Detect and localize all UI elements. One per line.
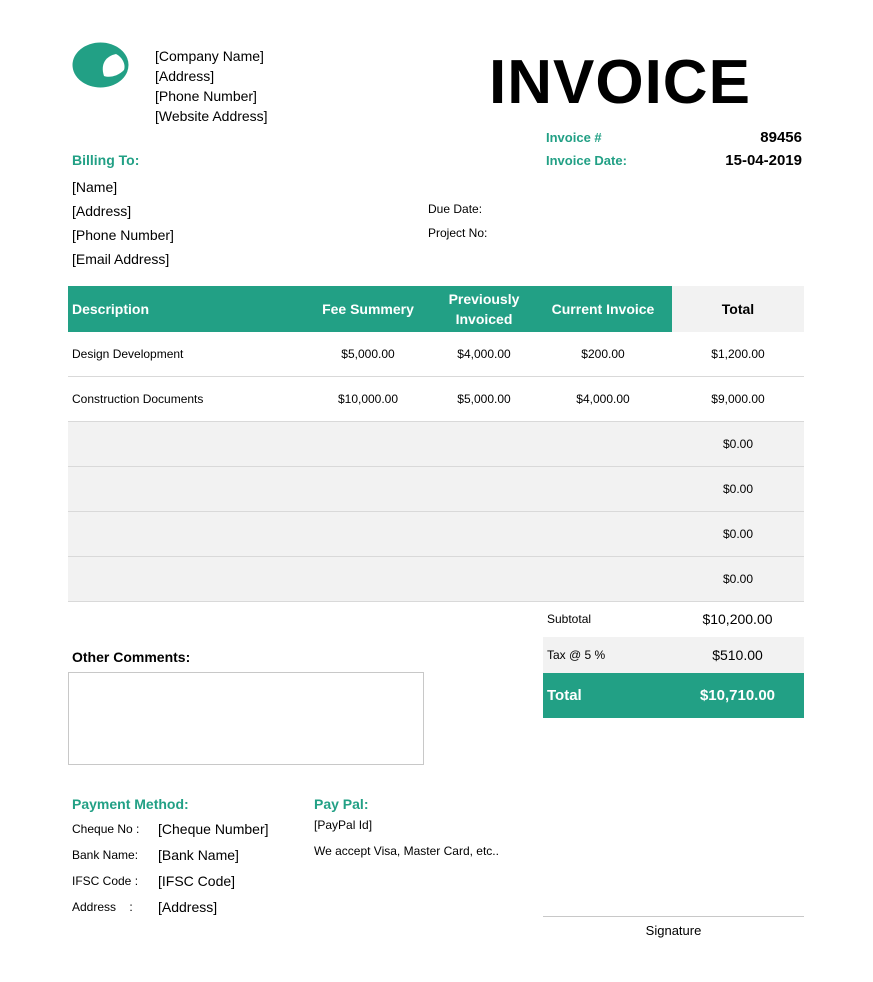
- header-current-invoice: Current Invoice: [534, 286, 672, 332]
- grand-total-row: Total $10,710.00: [543, 673, 804, 718]
- cell-fee: $10,000.00: [337, 392, 399, 406]
- cell-previously: [434, 467, 534, 511]
- cell-fee: [302, 557, 434, 601]
- cell-current: $4,000.00: [576, 392, 630, 406]
- payment-heading: Payment Method:: [72, 796, 189, 812]
- comments-heading: Other Comments:: [72, 649, 191, 665]
- cheque-value: [Cheque Number]: [158, 821, 269, 837]
- grand-total-label: Total: [547, 687, 582, 704]
- cheque-label: Cheque No :: [72, 822, 140, 836]
- header-description: Description: [68, 286, 302, 332]
- page-title: INVOICE: [489, 48, 751, 105]
- table-row: $0.00: [68, 512, 804, 557]
- crescent-logo-icon: [72, 42, 129, 88]
- bank-value: [Bank Name]: [158, 847, 239, 863]
- cell-current: [534, 512, 672, 556]
- invoice-number: 89456: [760, 129, 802, 146]
- bank-label: Bank Name:: [72, 848, 139, 862]
- payment-row-bank: Bank Name: [Bank Name]: [72, 842, 312, 868]
- billing-phone: [Phone Number]: [72, 227, 174, 243]
- tax-row: Tax @ 5 % $510.00: [543, 637, 804, 673]
- signature-label: Signature: [645, 923, 702, 938]
- cell-total: $0.00: [722, 572, 754, 586]
- table-row: $0.00: [68, 422, 804, 467]
- cell-previously: $5,000.00: [457, 392, 511, 406]
- cell-total: $0.00: [722, 482, 754, 496]
- invoice-date: 15-04-2019: [725, 152, 802, 169]
- payment-details: Cheque No : [Cheque Number] Bank Name: […: [72, 816, 312, 920]
- invoice-number-label: Invoice #: [546, 130, 602, 145]
- billing-heading: Billing To:: [72, 152, 140, 168]
- cell-previously: [434, 557, 534, 601]
- header-total: Total: [672, 286, 804, 332]
- company-website: [Website Address]: [155, 108, 268, 124]
- cell-current: [534, 422, 672, 466]
- table-header: Description Fee Summery Previously Invoi…: [68, 286, 804, 332]
- table-row: $0.00: [68, 557, 804, 602]
- comments-box[interactable]: [68, 672, 424, 765]
- cell-description: [68, 512, 302, 556]
- payment-row-address: Address : [Address]: [72, 894, 312, 920]
- cell-description: [68, 467, 302, 511]
- paypal-note: We accept Visa, Master Card, etc..: [314, 844, 499, 858]
- header-fee-summery: Fee Summery: [302, 286, 434, 332]
- cell-current: $200.00: [581, 347, 625, 361]
- tax-label: Tax @ 5 %: [547, 648, 606, 662]
- address-label: Address :: [72, 900, 133, 914]
- payment-row-ifsc: IFSC Code : [IFSC Code]: [72, 868, 312, 894]
- signature-line: [543, 916, 804, 917]
- cell-description: [68, 557, 302, 601]
- invoice-date-label: Invoice Date:: [546, 153, 627, 168]
- cell-current: [534, 557, 672, 601]
- cell-description: Design Development: [72, 347, 184, 361]
- cell-description: Construction Documents: [72, 392, 204, 406]
- project-no-label: Project No:: [428, 226, 488, 240]
- company-info: [Company Name] [Address] [Phone Number] …: [155, 46, 268, 126]
- cell-total: $1,200.00: [711, 347, 765, 361]
- paypal-id: [PayPal Id]: [314, 818, 373, 832]
- billing-email: [Email Address]: [72, 251, 170, 267]
- invoice-table: Description Fee Summery Previously Invoi…: [68, 286, 804, 602]
- cell-previously: $4,000.00: [457, 347, 511, 361]
- cell-fee: [302, 422, 434, 466]
- billing-name: [Name]: [72, 179, 118, 195]
- company-address: [Address]: [155, 68, 215, 84]
- ifsc-label: IFSC Code :: [72, 874, 139, 888]
- grand-total-value: $10,710.00: [699, 687, 776, 704]
- table-row: $0.00: [68, 467, 804, 512]
- billing-info: [Name] [Address] [Phone Number] [Email A…: [72, 175, 174, 271]
- cell-previously: [434, 422, 534, 466]
- cell-fee: [302, 467, 434, 511]
- cell-description: [68, 422, 302, 466]
- subtotal-row: Subtotal $10,200.00: [543, 601, 804, 637]
- address-value: [Address]: [158, 899, 218, 915]
- subtotal-label: Subtotal: [547, 612, 592, 626]
- tax-value: $510.00: [712, 647, 763, 663]
- paypal-heading: Pay Pal:: [314, 796, 369, 812]
- subtotal-value: $10,200.00: [702, 611, 773, 627]
- cell-total: $0.00: [722, 437, 754, 451]
- cell-previously: [434, 512, 534, 556]
- company-name: [Company Name]: [155, 48, 264, 64]
- cell-total: $0.00: [722, 527, 754, 541]
- cell-fee: [302, 512, 434, 556]
- company-phone: [Phone Number]: [155, 88, 257, 104]
- table-row: Construction Documents $10,000.00 $5,000…: [68, 377, 804, 422]
- ifsc-value: [IFSC Code]: [158, 873, 236, 889]
- cell-total: $9,000.00: [711, 392, 765, 406]
- cell-current: [534, 467, 672, 511]
- billing-address: [Address]: [72, 203, 132, 219]
- header-previously-invoiced: Previously Invoiced: [434, 286, 534, 332]
- due-date-label: Due Date:: [428, 202, 483, 216]
- cell-fee: $5,000.00: [341, 347, 395, 361]
- payment-row-cheque: Cheque No : [Cheque Number]: [72, 816, 312, 842]
- table-row: Design Development $5,000.00 $4,000.00 $…: [68, 332, 804, 377]
